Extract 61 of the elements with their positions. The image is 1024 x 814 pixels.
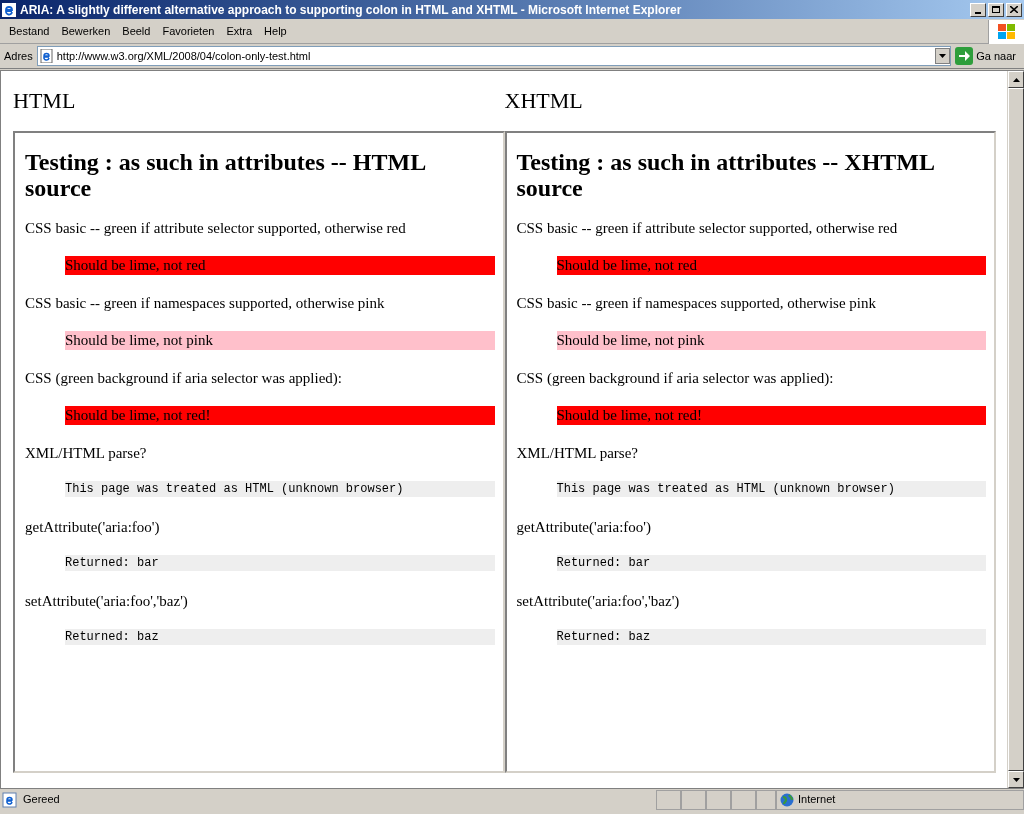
status-pane: [656, 789, 681, 810]
restore-icon: [992, 6, 1000, 13]
caret-icon: [939, 54, 947, 58]
test-description: setAttribute('aria:foo','baz'): [25, 592, 189, 610]
test-description: getAttribute('aria:foo'): [25, 518, 161, 536]
test-description: XML/HTML parse?: [516, 444, 639, 462]
menu-item[interactable]: Beeld: [116, 21, 157, 42]
test-description: CSS (green background if aria selector was applied):: [25, 369, 343, 387]
minimize-button[interactable]: [970, 2, 986, 17]
status-pane: [731, 789, 756, 810]
minimize-icon: [975, 11, 981, 14]
result-output: Returned: baz: [556, 629, 986, 645]
down-arrow-icon: [1012, 777, 1020, 782]
status-pane: [681, 789, 706, 810]
address-label: Adres: [4, 48, 33, 64]
restore-button[interactable]: [988, 2, 1004, 17]
windows-logo-icon: [997, 23, 1016, 40]
frame-heading: Testing : as such in attributes -- XHTML source: [516, 149, 935, 201]
globe-icon: [780, 792, 794, 807]
result-output: Returned: bar: [65, 555, 495, 571]
result-output: Returned: bar: [556, 555, 986, 571]
result-swatch: Should be lime, not red: [556, 256, 986, 275]
scroll-up-button[interactable]: [1008, 71, 1024, 88]
menu-item[interactable]: Bestand: [3, 21, 56, 42]
frame-heading: Testing : as such in attributes -- HTML source: [25, 149, 426, 201]
result-swatch: Should be lime, not red: [65, 256, 495, 275]
close-icon: [1010, 6, 1018, 13]
test-description: CSS (green background if aria selector was applied):: [516, 369, 835, 387]
result-output: Returned: baz: [65, 629, 495, 645]
test-description: CSS basic -- green if namespaces supported, otherwise pink: [516, 294, 877, 312]
test-description: XML/HTML parse?: [25, 444, 148, 462]
frame-label: XHTML: [504, 87, 584, 115]
security-zone-label: Internet: [798, 792, 836, 808]
dropdown-button[interactable]: [935, 48, 951, 64]
status-text: Gereed: [22, 792, 61, 808]
result-swatch: Should be lime, not red!: [556, 406, 986, 425]
browser-icon: [2, 2, 16, 17]
window-title: ARIA: A slightly different alternative approach to supporting colon in HTML and XHTML - Microsoft Internet Explorer: [20, 1, 683, 19]
go-button[interactable]: Ga naar: [955, 47, 1020, 65]
page-icon: [39, 49, 54, 63]
result-swatch: Should be lime, not pink: [65, 331, 495, 350]
test-description: CSS basic -- green if namespaces supported, otherwise pink: [25, 294, 386, 312]
frame-label: HTML: [13, 87, 77, 115]
test-description: setAttribute('aria:foo','baz'): [516, 592, 681, 610]
address-field[interactable]: http://www.w3.org/XML/2008/04/colon-only-test.html: [36, 46, 952, 66]
menu-item[interactable]: Extra: [220, 21, 259, 42]
status-pane: [706, 789, 731, 810]
menu-item[interactable]: Bewerken: [55, 21, 117, 42]
up-arrow-icon: [1012, 77, 1020, 82]
test-description: getAttribute('aria:foo'): [516, 518, 653, 536]
result-output: This page was treated as HTML (unknown browser): [556, 481, 986, 497]
test-description: CSS basic -- green if attribute selector supported, otherwise red: [25, 219, 407, 237]
result-output: This page was treated as HTML (unknown browser): [65, 481, 495, 497]
page-icon: [2, 791, 18, 808]
close-button[interactable]: [1006, 2, 1022, 17]
menu-item[interactable]: Help: [258, 21, 293, 42]
test-description: CSS basic -- green if attribute selector supported, otherwise red: [516, 219, 899, 237]
result-swatch: Should be lime, not pink: [556, 331, 986, 350]
menu-item[interactable]: Favorieten: [156, 21, 221, 42]
scroll-down-button[interactable]: [1008, 771, 1024, 788]
result-swatch: Should be lime, not red!: [65, 406, 495, 425]
